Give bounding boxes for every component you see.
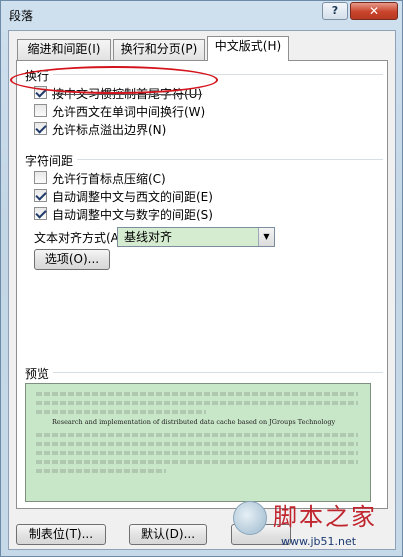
checkbox-auto-space-numbers[interactable]	[34, 207, 47, 220]
checkbox-allow-latin-wrap-label: 允许西文在单词中间换行(W)	[52, 105, 206, 119]
chevron-down-icon[interactable]: ▼	[258, 228, 274, 246]
window-title: 段落	[9, 9, 34, 23]
preview-placeholder-line	[36, 433, 358, 437]
tabs-button[interactable]: 制表位(T)...	[16, 524, 106, 545]
title-bar[interactable]: 段落 ? ✕	[1, 1, 402, 29]
checkbox-auto-space-numbers-label: 自动调整中文与数字的间距(S)	[52, 208, 213, 222]
checkbox-compress-punctuation-label: 允许行首标点压缩(C)	[52, 172, 166, 186]
dialog-client: 缩进和间距(I) 换行和分页(P) 中文版式(H) 换行 按中文习惯控制首尾字符…	[8, 30, 396, 550]
watermark-url: www.jb51.net	[281, 535, 357, 548]
section-divider	[53, 372, 383, 373]
highlight-ellipse	[10, 66, 218, 94]
site-watermark: 脚本之家 www.jb51.net	[233, 491, 403, 557]
checkbox-hanging-punctuation[interactable]	[34, 122, 47, 135]
checkbox-auto-space-latin-label: 自动调整中文与西文的间距(E)	[52, 190, 213, 204]
tab-panel: 换行 按中文习惯控制首尾字符(U) 允许西文在单词中间换行(W) 允许标点溢出边…	[16, 60, 388, 509]
preview-placeholder-line	[36, 442, 358, 446]
watermark-title: 脚本之家	[273, 503, 377, 531]
paragraph-dialog: 段落 ? ✕ 缩进和间距(I) 换行和分页(P) 中文版式(H) 换行 按中文习…	[0, 0, 403, 557]
site-logo-icon	[233, 501, 267, 535]
checkbox-auto-space-latin[interactable]	[34, 189, 47, 202]
set-default-button[interactable]: 默认(D)...	[129, 524, 207, 545]
tab-line-page-breaks[interactable]: 换行和分页(P)	[113, 39, 205, 60]
preview-placeholder-line	[36, 451, 358, 455]
text-alignment-value: 基线对齐	[124, 230, 173, 244]
preview-placeholder-line	[36, 392, 358, 396]
text-alignment-label: 文本对齐方式(A):	[34, 231, 128, 245]
char-spacing-section-title: 字符间距	[25, 154, 74, 168]
checkbox-hanging-punctuation-label: 允许标点溢出边界(N)	[52, 123, 167, 137]
preview-placeholder-line	[36, 460, 358, 464]
checkbox-allow-latin-wrap[interactable]	[34, 104, 47, 117]
preview-title: 预览	[25, 367, 50, 381]
preview-placeholder-line	[36, 401, 358, 405]
close-button[interactable]: ✕	[350, 2, 398, 20]
options-button[interactable]: 选项(O)...	[34, 249, 110, 270]
preview-placeholder-line	[36, 469, 166, 473]
preview-box: Research and implementation of distribut…	[25, 383, 371, 502]
checkbox-compress-punctuation[interactable]	[34, 171, 47, 184]
preview-sample-text: Research and implementation of distribut…	[52, 418, 336, 426]
help-button[interactable]: ?	[322, 2, 348, 20]
preview-placeholder-line	[36, 410, 206, 414]
text-alignment-select[interactable]: 基线对齐 ▼	[117, 227, 275, 247]
tab-indent-spacing[interactable]: 缩进和间距(I)	[17, 39, 111, 60]
tab-asian-typography[interactable]: 中文版式(H)	[207, 36, 289, 61]
section-divider	[77, 159, 383, 160]
